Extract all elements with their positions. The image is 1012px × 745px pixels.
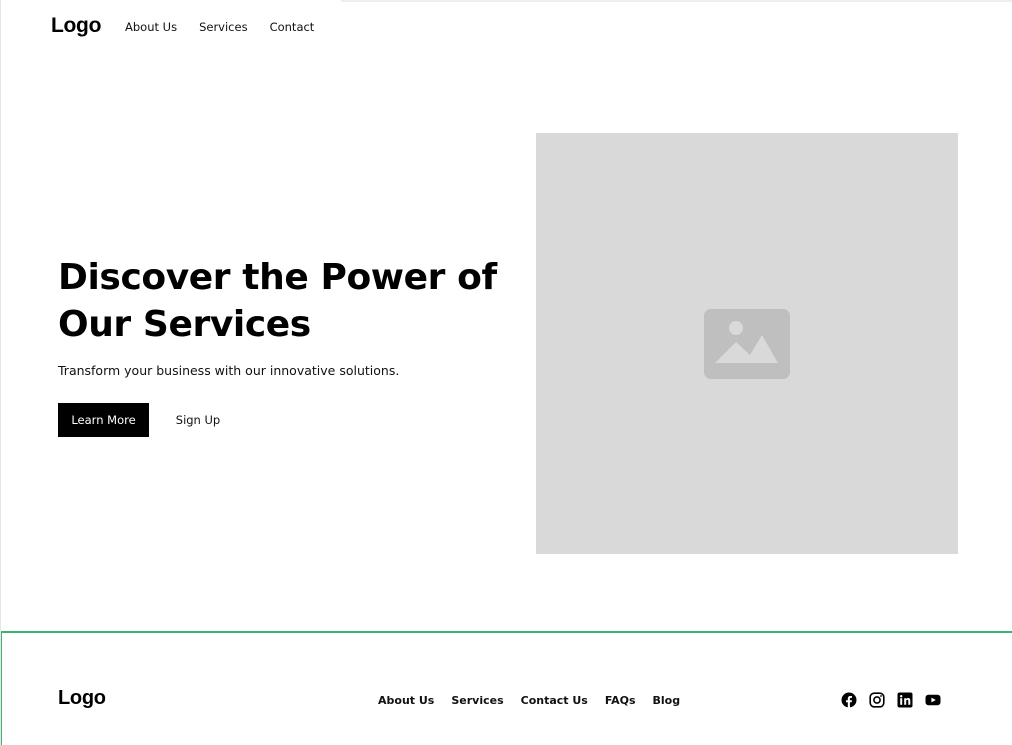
footer-link-about-us[interactable]: About Us [378, 694, 434, 707]
facebook-icon[interactable] [841, 692, 857, 708]
instagram-icon[interactable] [869, 692, 885, 708]
header-nav: About Us Services Contact [125, 20, 314, 34]
social-links [841, 692, 941, 708]
nav-about-us[interactable]: About Us [125, 20, 177, 34]
site-footer: Logo About Us Services Contact Us FAQs B… [1, 631, 1012, 745]
youtube-icon[interactable] [925, 692, 941, 708]
site-header: Logo About Us Services Contact [1, 0, 1012, 56]
header-logo[interactable]: Logo [51, 14, 101, 38]
footer-link-services[interactable]: Services [451, 694, 503, 707]
footer-link-contact-us[interactable]: Contact Us [521, 694, 588, 707]
linkedin-icon[interactable] [897, 692, 913, 708]
nav-services[interactable]: Services [199, 20, 248, 34]
hero-image-placeholder [536, 133, 958, 554]
footer-logo[interactable]: Logo [58, 687, 106, 710]
footer-nav: About Us Services Contact Us FAQs Blog [378, 694, 680, 707]
footer-link-faqs[interactable]: FAQs [605, 694, 636, 707]
image-placeholder-icon [704, 308, 790, 379]
hero-subtitle: Transform your business with our innovat… [58, 363, 400, 378]
hero-title-line-1: Discover the Power of [58, 257, 497, 298]
page: Logo About Us Services Contact Discover … [0, 0, 1012, 745]
sign-up-button[interactable]: Sign Up [169, 403, 227, 437]
learn-more-button[interactable]: Learn More [58, 403, 149, 437]
hero-title-line-2: Our Services [58, 304, 311, 345]
nav-contact[interactable]: Contact [270, 20, 315, 34]
hero-title: Discover the Power of Our Services [58, 254, 518, 348]
footer-link-blog[interactable]: Blog [653, 694, 681, 707]
